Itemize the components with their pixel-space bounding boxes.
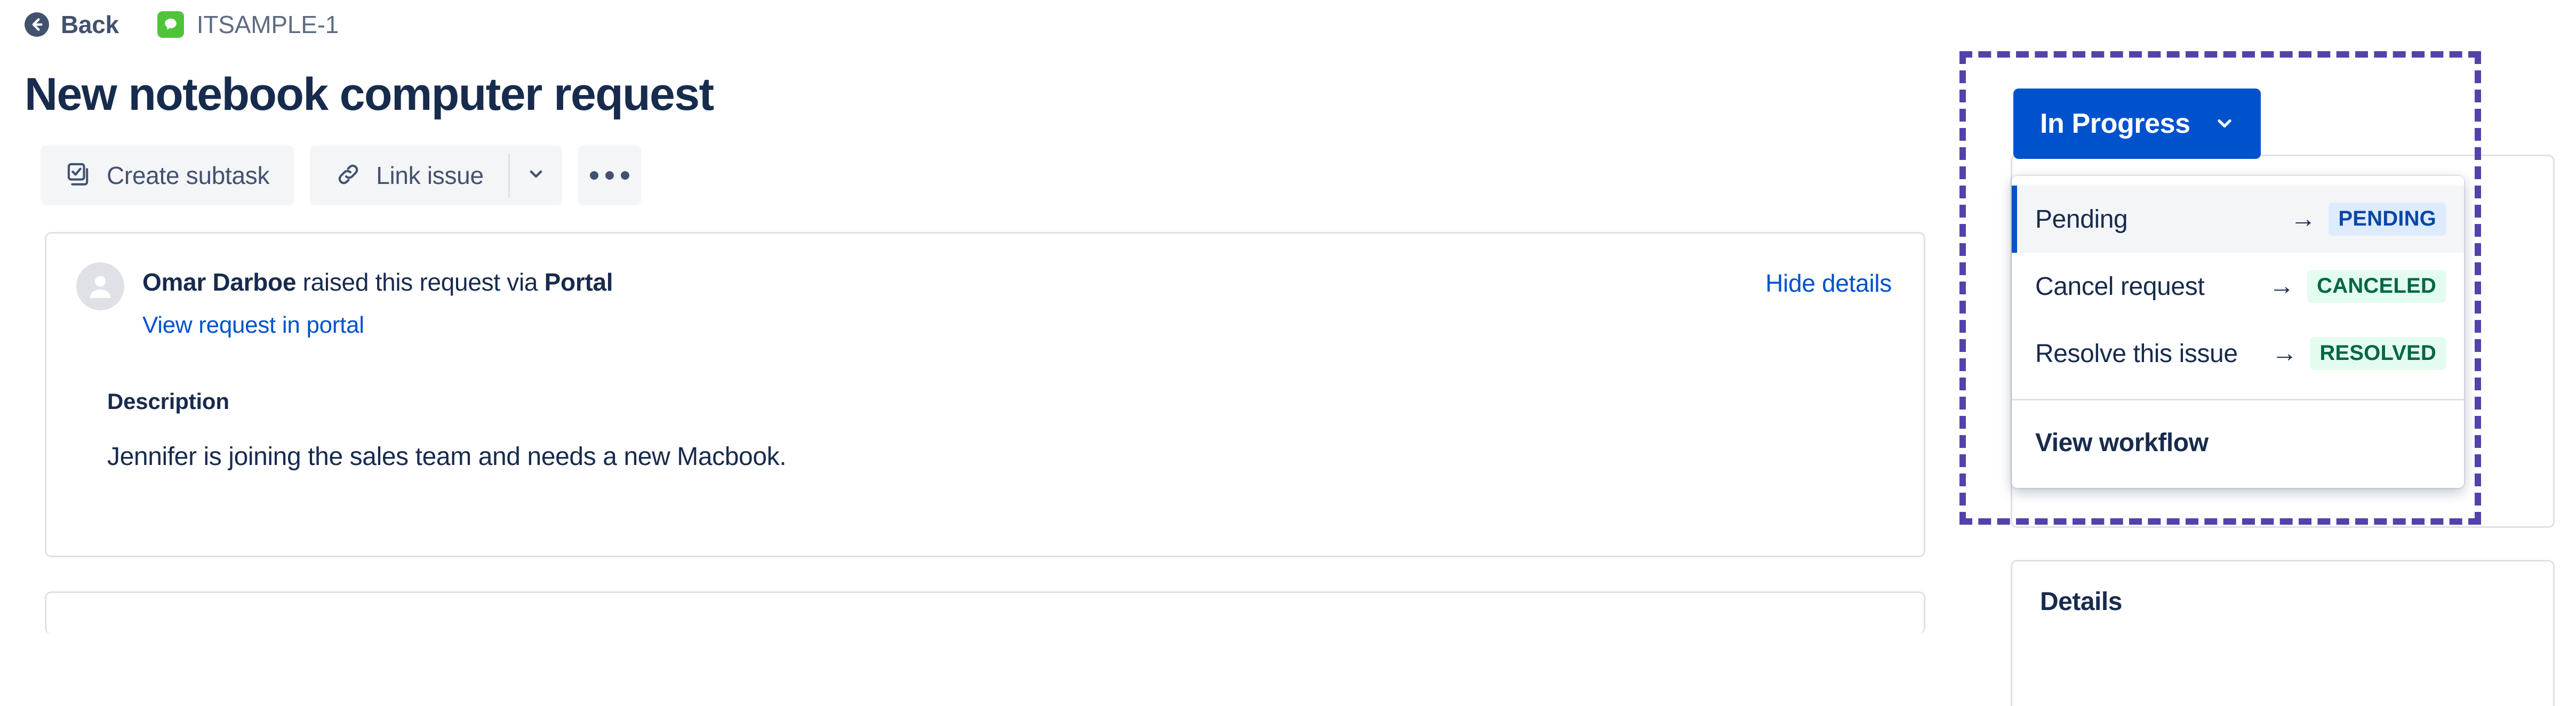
- arrow-right-icon: →: [2269, 272, 2295, 300]
- back-button[interactable]: Back: [23, 10, 124, 39]
- more-horizontal-icon: [589, 171, 629, 180]
- user-avatar-icon: [76, 262, 124, 310]
- more-actions-button[interactable]: [578, 145, 641, 205]
- issue-key-link[interactable]: ITSAMPLE-1: [157, 10, 339, 39]
- description-text: Jennifer is joining the sales team and n…: [107, 442, 787, 471]
- action-toolbar: Create subtask Link issue: [41, 145, 1936, 205]
- main-content-column: Back ITSAMPLE-1 New notebook computer re…: [0, 0, 1968, 706]
- page-title: New notebook computer request: [25, 69, 714, 120]
- raised-by-line: Omar Darboe raised this request via Port…: [142, 268, 613, 297]
- service-request-icon: [157, 11, 184, 38]
- back-button-label: Back: [61, 11, 119, 38]
- view-workflow-item[interactable]: View workflow: [2012, 406, 2464, 479]
- create-subtask-label: Create subtask: [107, 161, 270, 189]
- transition-target: → RESOLVED: [2271, 337, 2446, 370]
- transition-target: → PENDING: [2290, 203, 2446, 236]
- request-channel: Portal: [544, 268, 613, 296]
- activity-card-top: [45, 591, 1925, 634]
- view-workflow-label: View workflow: [2035, 428, 2209, 457]
- hide-details-link[interactable]: Hide details: [1765, 261, 1894, 298]
- request-header: Omar Darboe raised this request via Port…: [76, 261, 1894, 339]
- breadcrumb: Back ITSAMPLE-1: [23, 0, 1936, 49]
- create-subtask-button[interactable]: Create subtask: [41, 145, 294, 205]
- details-panel: Details: [2011, 560, 2555, 706]
- transition-label: Cancel request: [2035, 272, 2205, 301]
- arrow-right-icon: →: [2290, 205, 2316, 233]
- status-transition-dropdown: Pending → PENDING Cancel request → CANCE…: [2012, 176, 2464, 488]
- transition-item-resolve-this-issue[interactable]: Resolve this issue → RESOLVED: [2012, 320, 2464, 387]
- raised-text: [296, 268, 302, 296]
- arrow-right-icon: →: [2271, 339, 2298, 367]
- chevron-down-icon: [525, 163, 547, 187]
- view-request-in-portal-link[interactable]: View request in portal: [142, 312, 364, 339]
- request-details-card: Omar Darboe raised this request via Port…: [45, 231, 1925, 557]
- subtask-icon: [65, 161, 93, 190]
- issue-detail-page: Back ITSAMPLE-1 New notebook computer re…: [0, 0, 2576, 706]
- link-issue-label: Link issue: [376, 161, 484, 189]
- link-issue-split-button: Link issue: [310, 145, 562, 205]
- transition-item-cancel-request[interactable]: Cancel request → CANCELED: [2012, 253, 2464, 320]
- link-issue-caret-button[interactable]: [510, 146, 562, 205]
- link-chain-icon: [334, 161, 362, 190]
- status-badge: RESOLVED: [2310, 337, 2446, 370]
- request-meta: Omar Darboe raised this request via Port…: [142, 261, 613, 339]
- status-transition-button[interactable]: In Progress: [2013, 89, 2261, 159]
- chevron-down-icon: [2213, 111, 2236, 137]
- reporter-name: Omar Darboe: [142, 268, 297, 296]
- details-panel-title: Details: [2040, 588, 2122, 616]
- transition-target: → CANCELED: [2269, 270, 2446, 303]
- description-label: Description: [107, 388, 229, 414]
- status-current-label: In Progress: [2040, 108, 2190, 139]
- status-badge: CANCELED: [2307, 270, 2446, 303]
- transition-label: Resolve this issue: [2035, 339, 2238, 368]
- raised-text-value: raised this request via: [302, 268, 538, 296]
- request-reporter-block: Omar Darboe raised this request via Port…: [76, 261, 613, 339]
- dropdown-divider: [2012, 399, 2464, 400]
- issue-key-label: ITSAMPLE-1: [196, 11, 339, 38]
- link-issue-button[interactable]: Link issue: [310, 145, 508, 205]
- arrow-left-circle-icon: [23, 11, 50, 38]
- transition-label: Pending: [2035, 205, 2128, 234]
- status-badge: PENDING: [2329, 203, 2446, 236]
- transition-item-pending[interactable]: Pending → PENDING: [2012, 186, 2464, 253]
